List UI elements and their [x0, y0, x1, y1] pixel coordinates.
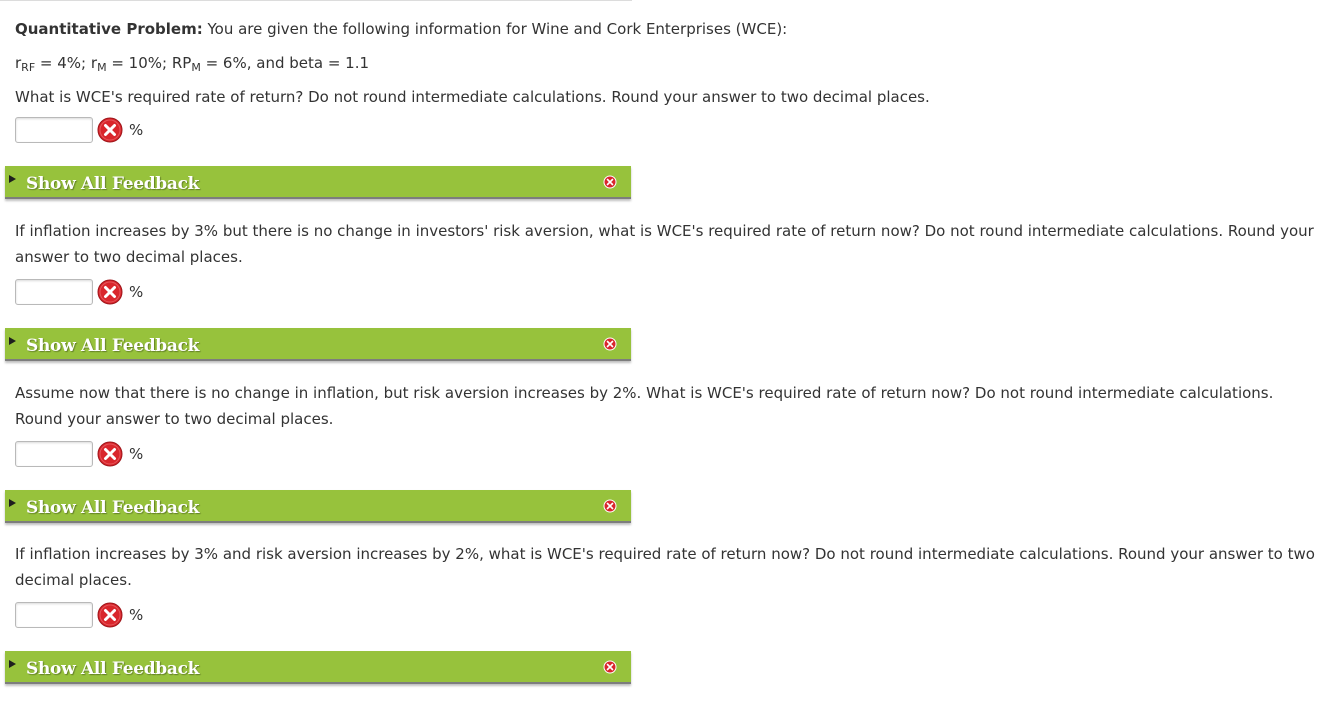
x-circle-icon [97, 602, 123, 628]
show-feedback-bar-2[interactable]: Show All Feedback [5, 328, 631, 361]
percent-unit: % [129, 606, 144, 624]
percent-unit: % [129, 283, 144, 301]
show-feedback-label: Show All Feedback [26, 659, 200, 679]
answer-row-1: % [15, 117, 143, 143]
close-icon[interactable] [603, 175, 617, 189]
answer-row-3: % [15, 441, 143, 467]
problem-label: Quantitative Problem: [15, 20, 203, 38]
show-feedback-bar-4[interactable]: Show All Feedback [5, 651, 631, 684]
answer-row-4: % [15, 602, 143, 628]
triangle-right-icon [9, 337, 16, 345]
x-circle-icon [97, 279, 123, 305]
question-3-text: Assume now that there is no change in in… [15, 384, 1274, 428]
answer-input-4[interactable] [15, 602, 93, 628]
x-circle-icon [97, 117, 123, 143]
problem-text: You are given the following information … [202, 20, 788, 38]
triangle-right-icon [9, 499, 16, 507]
show-feedback-label: Show All Feedback [26, 174, 200, 194]
answer-input-3[interactable] [15, 441, 93, 467]
question-1-text: What is WCE's required rate of return? D… [15, 88, 930, 106]
show-feedback-label: Show All Feedback [26, 336, 200, 356]
top-divider [0, 0, 632, 1]
x-circle-icon [97, 441, 123, 467]
close-icon[interactable] [603, 660, 617, 674]
show-feedback-bar-3[interactable]: Show All Feedback [5, 490, 631, 523]
close-icon[interactable] [603, 499, 617, 513]
percent-unit: % [129, 121, 144, 139]
close-icon[interactable] [603, 337, 617, 351]
answer-input-1[interactable] [15, 117, 93, 143]
question-2-text: If inflation increases by 3% but there i… [15, 222, 1314, 266]
question-4-text: If inflation increases by 3% and risk av… [15, 545, 1315, 589]
triangle-right-icon [9, 660, 16, 668]
problem-intro: Quantitative Problem: You are given the … [15, 19, 1325, 107]
given-values: rRF = 4%; rM = 10%; RPM = 6%, and beta =… [15, 54, 370, 74]
percent-unit: % [129, 445, 144, 463]
answer-row-2: % [15, 279, 143, 305]
answer-input-2[interactable] [15, 279, 93, 305]
show-feedback-bar-1[interactable]: Show All Feedback [5, 166, 631, 199]
show-feedback-label: Show All Feedback [26, 498, 200, 518]
triangle-right-icon [9, 175, 16, 183]
